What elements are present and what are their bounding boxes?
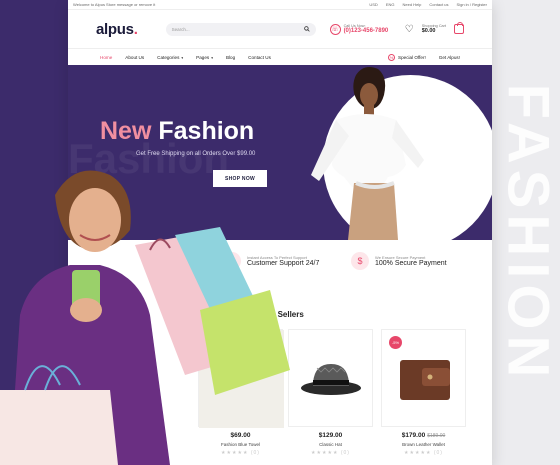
welcome-message: Welcome to Alpus Store message or remove… [73, 2, 156, 7]
product-card[interactable] [288, 329, 373, 427]
rating-stars: ★★★★★ (0) [311, 450, 350, 456]
get-alpus-link[interactable]: Get Alpus! [439, 55, 460, 60]
discount-badge: -5% [389, 336, 402, 349]
shopper-woman-image [0, 170, 290, 465]
help-link[interactable]: Need Help [403, 2, 422, 7]
feature-payment: $ We Ensure Secure Payment 100% Secure P… [351, 252, 447, 270]
chevron-down-icon: ▾ [211, 55, 213, 60]
hero-title: New Fashion [100, 117, 255, 145]
search-icon[interactable] [303, 26, 310, 32]
cart-summary[interactable]: Shopping Cart $0.00 [422, 24, 446, 34]
nav-categories[interactable]: Categories ▾ [157, 55, 183, 60]
call-us[interactable]: ☏ Call Us Now: (0)123-456-7890 [329, 23, 389, 35]
product-price: $129.00 [318, 432, 343, 439]
logo[interactable]: alpus. [96, 21, 138, 38]
call-number: (0)123-456-7890 [343, 28, 389, 34]
top-bar: Welcome to Alpus Store message or remove… [68, 0, 492, 10]
nav-home[interactable]: Home [100, 55, 112, 60]
percent-icon: % [388, 53, 396, 61]
product-name[interactable]: Brown Leather Wallet [381, 442, 466, 447]
dollar-icon: $ [351, 252, 369, 270]
nav-contact[interactable]: Contact Us [248, 55, 271, 60]
currency-select[interactable]: USD [369, 2, 377, 7]
product-price: $179.00 $189.00 [401, 432, 446, 439]
language-select[interactable]: ENG [386, 2, 395, 7]
nav-about[interactable]: About Us [125, 55, 144, 60]
cart-bag-icon[interactable] [454, 22, 464, 34]
chevron-down-icon: ▾ [181, 55, 184, 60]
rating-stars: ★★★★★ (0) [404, 450, 443, 456]
nav-pages[interactable]: Pages ▾ [196, 55, 213, 60]
main-nav: Home About Us Categories ▾ Pages ▾ Blog Co… [68, 48, 492, 65]
nav-blog[interactable]: Blog [226, 55, 235, 60]
search-input[interactable]: Search... [165, 22, 316, 36]
product-name[interactable]: Classic Hat [288, 442, 373, 447]
signin-link[interactable]: Sign in / Register [457, 2, 487, 7]
product-card[interactable]: -5% [381, 329, 466, 427]
site-header: alpus. Search... ☏ Call Us Now: (0)123-4… [68, 10, 492, 48]
special-offer-link[interactable]: % Special Offer! [388, 53, 426, 61]
vertical-watermark: FASHION [495, 83, 560, 383]
hat-image [301, 364, 361, 395]
hero-model-image [311, 67, 424, 240]
contact-link[interactable]: Contact us [429, 2, 448, 7]
wishlist-heart-icon[interactable]: ♡ [405, 24, 414, 35]
phone-icon: ☏ [329, 23, 341, 35]
